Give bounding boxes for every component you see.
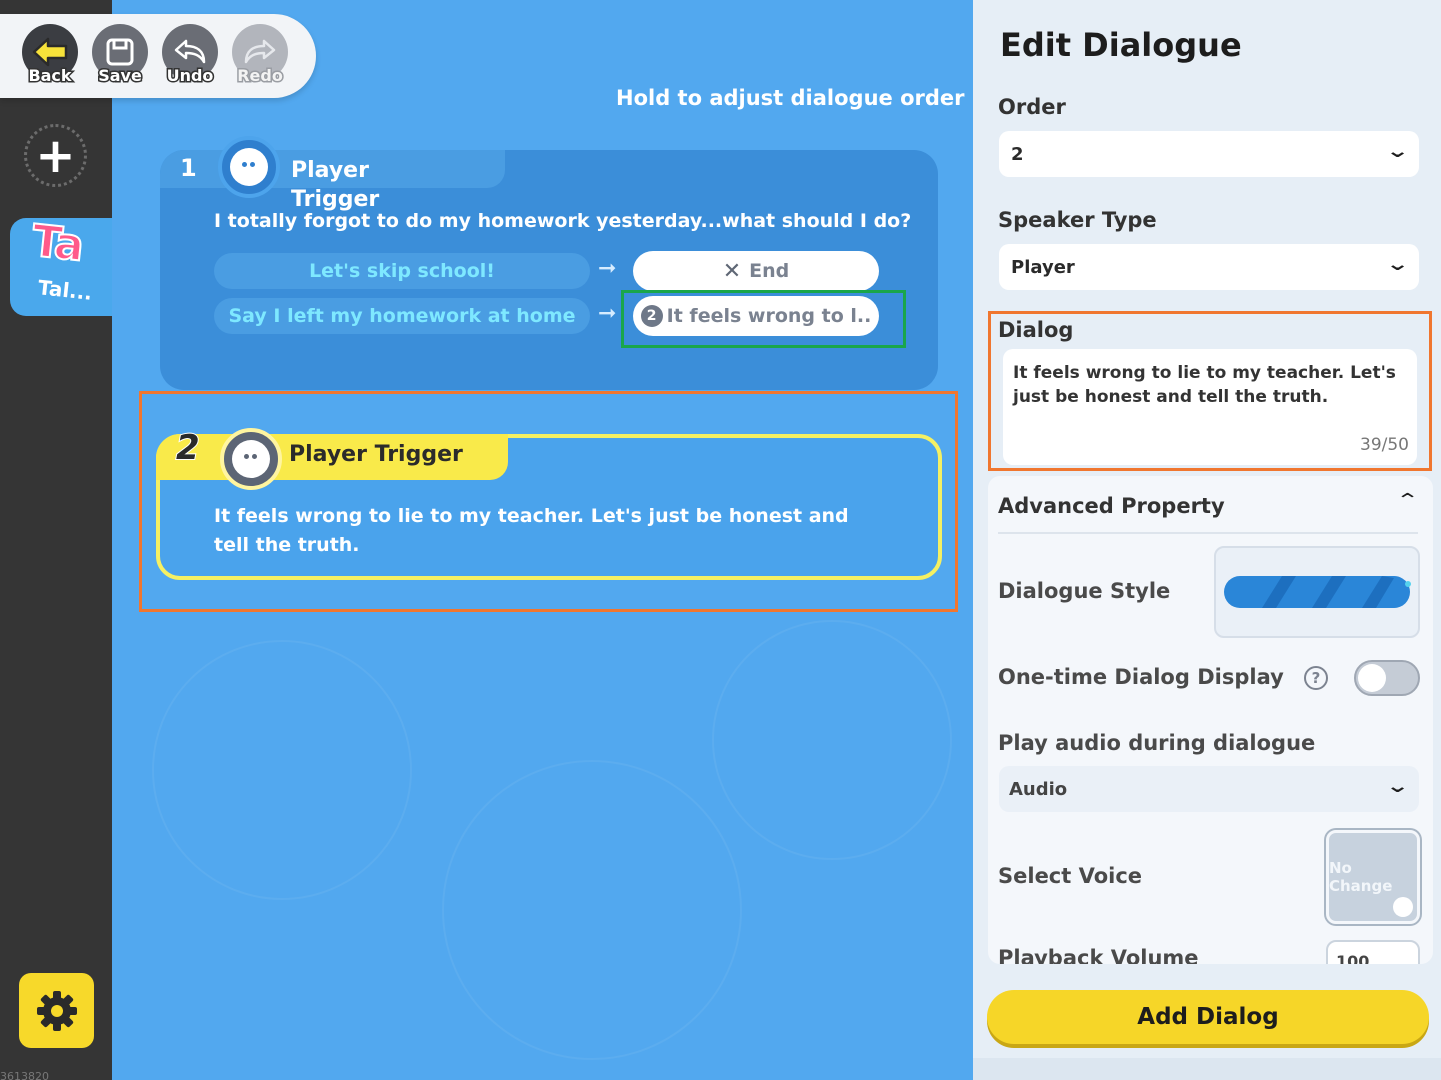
chevron-up-icon[interactable]: ⌃ (1395, 490, 1419, 511)
chevron-down-icon: ⌄ (1385, 776, 1410, 797)
option-button[interactable]: Let's skip school! (214, 253, 590, 289)
background-pattern (152, 640, 412, 900)
one-time-dialog-toggle[interactable] (1354, 660, 1420, 696)
order-select[interactable]: 2 ⌄ (999, 131, 1419, 177)
arrow-right-icon: ➞ (598, 256, 617, 281)
speaker-name: Player Trigger (291, 158, 380, 212)
close-icon: ✕ (722, 258, 742, 284)
bubble-style-icon (1224, 576, 1411, 608)
character-count: 39/50 (1360, 435, 1409, 455)
chevron-down-icon: ⌄ (1385, 254, 1410, 275)
dialog-label: Dialog (998, 318, 1074, 342)
redo-button[interactable]: Redo (230, 24, 290, 99)
option-label: Say I left my homework at home (228, 305, 576, 327)
playback-volume-label: Playback Volume (998, 946, 1199, 964)
redo-icon (244, 39, 276, 64)
dialog-textarea[interactable]: It feels wrong to lie to my teacher. Let… (1003, 349, 1417, 465)
help-icon[interactable]: ? (1304, 666, 1328, 690)
save-icon (106, 38, 134, 66)
save-label: Save (97, 65, 144, 87)
top-toolbar: Back Save Undo Redo (0, 14, 316, 98)
add-dialog-button[interactable]: Add Dialog (987, 990, 1429, 1044)
gear-icon (36, 990, 77, 1031)
speaker-type-label: Speaker Type (998, 208, 1157, 232)
undo-button[interactable]: Undo (160, 24, 220, 99)
dialog-text: It feels wrong to lie to my teacher. Let… (1013, 363, 1396, 407)
advanced-property-title[interactable]: Advanced Property (998, 494, 1225, 518)
option-target-label: End (749, 260, 790, 282)
back-label: Back (27, 65, 73, 87)
back-arrow-icon (32, 37, 68, 67)
version-text: 3613820 (0, 1070, 49, 1080)
card-number: 1 (180, 154, 197, 182)
add-button[interactable]: + (24, 124, 87, 187)
advanced-property-section: Advanced Property ⌃ Dialogue Style One-t… (988, 476, 1433, 964)
add-dialog-label: Add Dialog (1137, 1004, 1279, 1030)
arrow-right-icon: ➞ (598, 301, 617, 326)
voice-indicator (1393, 897, 1413, 917)
panel-footer (973, 1058, 1441, 1080)
option-target-button[interactable]: ✕ End (633, 251, 879, 291)
order-label: Order (998, 95, 1066, 119)
redo-label: Redo (236, 65, 285, 87)
chevron-down-icon: ⌄ (1385, 141, 1410, 162)
play-audio-label: Play audio during dialogue (998, 731, 1316, 755)
dialogue-style-picker[interactable] (1214, 546, 1420, 638)
audio-value: Audio (1009, 778, 1068, 800)
reorder-hint: Hold to adjust dialogue order (616, 86, 965, 110)
tab-logo: Ta (28, 215, 85, 273)
background-pattern (442, 760, 742, 1060)
order-value: 2 (1011, 143, 1024, 165)
dialogue-style-label: Dialogue Style (998, 579, 1171, 603)
dialogue-card-1[interactable]: 1 Player Trigger I totally forgot to do … (160, 136, 938, 390)
toggle-knob (1358, 664, 1386, 692)
divider (998, 532, 1418, 534)
undo-icon (174, 39, 206, 64)
dialogue-card-2[interactable]: 2 Player Trigger It feels wrong to lie t… (156, 427, 942, 580)
left-sidebar: + Ta Tal... 3613820 (0, 0, 112, 1080)
option-button[interactable]: Say I left my homework at home (214, 298, 590, 334)
back-button[interactable]: Back (20, 24, 80, 99)
background-pattern (712, 620, 952, 860)
speaker-avatar (218, 136, 280, 198)
audio-select[interactable]: Audio ⌄ (999, 766, 1419, 812)
select-voice-label: Select Voice (998, 864, 1143, 888)
settings-button[interactable] (19, 973, 94, 1048)
speaker-name: Player Trigger (289, 442, 463, 467)
card-number: 2 (175, 427, 201, 469)
edit-dialogue-panel: Edit Dialogue Order 2 ⌄ Speaker Type Pla… (973, 0, 1441, 1080)
tab-label: Tal... (36, 275, 94, 305)
sidebar-tab-talk[interactable]: Ta Tal... (10, 215, 112, 316)
one-time-dialog-label: One-time Dialog Display (998, 665, 1284, 689)
speaker-avatar (220, 428, 282, 490)
player-face-icon (230, 148, 268, 186)
voice-picker[interactable]: No Change (1326, 830, 1420, 924)
speaker-type-select[interactable]: Player ⌄ (999, 244, 1419, 290)
player-face-icon (232, 440, 270, 478)
undo-label: Undo (165, 65, 215, 87)
dialogue-text: It feels wrong to lie to my teacher. Let… (214, 505, 849, 556)
highlight-green-box (621, 290, 906, 348)
panel-title: Edit Dialogue (1000, 26, 1242, 64)
voice-value: No Change (1329, 859, 1393, 895)
speaker-type-value: Player (1011, 256, 1075, 278)
save-button[interactable]: Save (90, 24, 150, 99)
playback-volume-value: 100 (1336, 952, 1370, 964)
playback-volume-input[interactable]: 100 (1326, 940, 1420, 964)
option-label: Let's skip school! (309, 260, 495, 282)
dialogue-text: I totally forgot to do my homework yeste… (214, 210, 912, 232)
